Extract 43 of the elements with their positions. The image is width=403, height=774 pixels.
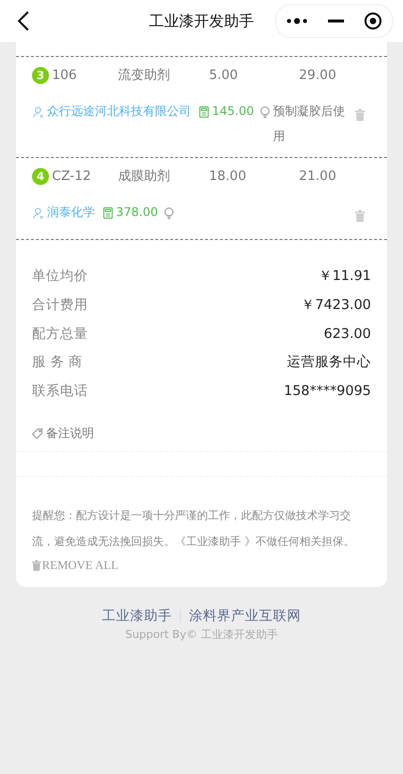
usage-note: 预制凝胶后使用 (273, 103, 346, 145)
summary-value: 158****9095 (284, 383, 371, 400)
support-text: Support By© 工业漆开发助手 (124, 627, 279, 642)
calculator-icon (103, 206, 113, 218)
user-icon (32, 106, 44, 118)
calculator-icon (199, 106, 209, 118)
summary-value: 623.00 (324, 326, 371, 342)
remove-all-button[interactable]: REMOVE ALL (32, 555, 118, 576)
number-badge: 3 (32, 66, 49, 84)
number-badge: 4 (32, 168, 49, 184)
tag-icon (32, 428, 43, 439)
table-cell-text: 18.00 (209, 168, 248, 184)
lightbulb-icon (260, 106, 270, 118)
summary-value: ￥11.91 (318, 267, 371, 286)
lightbulb-icon (164, 206, 174, 218)
summary-label: 服 务 商 (32, 353, 83, 372)
page-title: 工业漆开发助手 (149, 12, 254, 31)
summary-value: ￥7423.00 (301, 296, 371, 314)
table-cell: 29.00 (299, 68, 336, 82)
summary-label: 合计费用 (32, 296, 88, 314)
material-name: 成膜助剂 (118, 168, 171, 185)
material-code: 106 (52, 68, 78, 82)
table-cell-text: 5.00 (209, 68, 239, 82)
material-code: CZ-12 (52, 168, 92, 184)
material-name: 流变助剂 (118, 67, 171, 84)
footer-link[interactable]: 工业漆助手 (102, 607, 172, 626)
amount: 145.00 (212, 103, 254, 120)
user-icon (32, 206, 44, 218)
supplier-link[interactable]: 润泰化学 (47, 200, 95, 225)
supplier-link[interactable]: 众行远途河北科技有限公司 (47, 99, 191, 124)
close-icon[interactable] (364, 12, 382, 30)
summary-label: 配方总量 (32, 324, 88, 343)
table-cell: 21.00 (299, 168, 336, 184)
footer-link[interactable]: 涂料界产业互联网 (189, 607, 301, 626)
remark-label[interactable]: 备注说明 (46, 424, 94, 442)
summary-value: 运营服务中心 (287, 353, 371, 372)
reminder-text: 提醒您：配方设计是一项十分严谨的工作，此配方仅做技术学习交流，避免造成无法挽回损失。《工业漆助手 》不做任何相关担保。 (32, 508, 356, 550)
minimize-icon[interactable] (328, 19, 344, 23)
summary-label: 单位均价 (32, 267, 88, 286)
more-icon[interactable] (286, 17, 308, 25)
amount: 378.00 (116, 204, 158, 221)
trash-icon (32, 560, 41, 571)
summary-label: 联系电话 (32, 382, 88, 400)
